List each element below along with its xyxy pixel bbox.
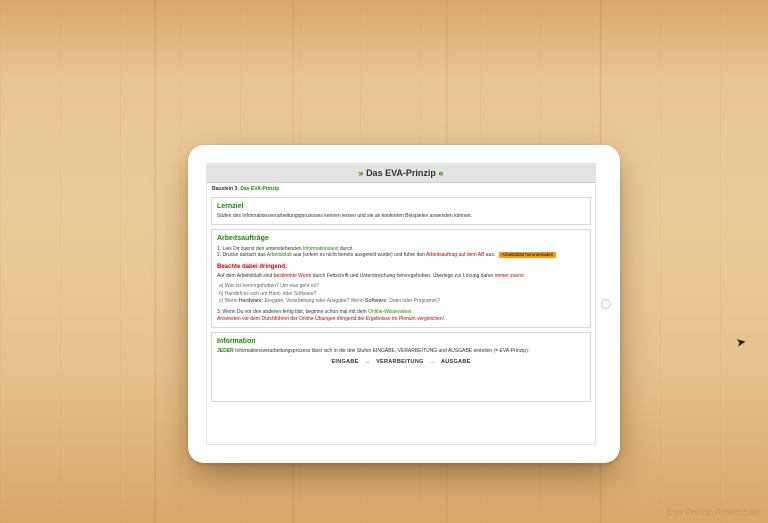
title-accent-right: «: [438, 168, 443, 178]
arbeits-item-3-link[interactable]: Online-Wissenstest: [368, 309, 411, 315]
info-heading: Information: [217, 337, 585, 346]
sub-c-mid1: Eingabe, Verarbeitung oder Ausgabe? Wenn: [263, 298, 365, 304]
arrow-icon: →: [430, 359, 436, 365]
baustein-topic: Das EVA-Prinzip: [240, 186, 279, 192]
arbeits-item-3-pre: 3. Wenn Du vor den anderen fertig bist, …: [217, 309, 368, 315]
footer-caption: Eva Prinzip Arbeitsblatt: [667, 507, 760, 517]
warn-line: Auf dem Arbeitsblatt sind bestimmte Wort…: [217, 273, 585, 280]
arbeits-item-2-mid: aus (sofern es nicht bereits ausgeteilt …: [292, 252, 426, 258]
sub-a: a) Was ist hervorgehoben? Um was geht es…: [219, 283, 585, 290]
page-title: » Das EVA-Prinzip «: [207, 164, 595, 183]
flow-eingabe: EINGABE: [331, 359, 358, 365]
warn-line-red2: immer zuerst: [495, 273, 524, 279]
info-rest: Informationsverarbeitungsprozess lässt s…: [234, 348, 529, 354]
info-line: JEDER Informationsverarbeitungsprozess l…: [217, 348, 585, 355]
baustein-label: Baustein 3:: [212, 186, 239, 192]
arbeits-item-2: 2. Drucke danach das Arbeitsblatt aus (s…: [217, 252, 585, 259]
tablet-frame: » Das EVA-Prinzip « Baustein 3: Das EVA-…: [188, 145, 620, 463]
sub-c-pre: c) Wenn: [219, 298, 239, 304]
arbeits-heading: Arbeitsaufträge: [217, 234, 585, 243]
arbeits-item-1-pre: 1. Lies Dir zuerst den untenstehenden: [217, 246, 303, 252]
arbeits-item-3: 3. Wenn Du vor den anderen fertig bist, …: [217, 309, 585, 316]
warn-line-pre: Auf dem Arbeitsblatt sind: [217, 273, 274, 279]
flow-ausgabe: AUSGABE: [441, 359, 471, 365]
arbeits-item-2-red: Arbeitsauftrag auf dem AB: [426, 252, 484, 258]
sub-c: c) Wenn Hardware: Eingabe, Verarbeitung …: [219, 298, 585, 305]
download-badge[interactable]: Arbeitsblatt herunterladen: [499, 252, 557, 258]
sub-c-b2: Software:: [365, 298, 388, 304]
warn-line-mid: durch Fettschrift und Unterstreichung he…: [311, 273, 494, 279]
arbeits-item-2-pre: 2. Drucke danach das: [217, 252, 267, 258]
info-bold: JEDER: [217, 348, 234, 354]
lernziel-heading: Lernziel: [217, 202, 585, 211]
warn-heading: Beachte dabei dringend:: [217, 263, 585, 271]
cursor-icon: ➤: [735, 334, 747, 350]
sub-c-b1: Hardware:: [239, 298, 263, 304]
title-text: Das EVA-Prinzip: [366, 168, 436, 178]
arbeits-item-3-note: Ansonsten vor dem Durchführen der Online…: [217, 316, 585, 323]
title-accent-left: »: [359, 168, 364, 178]
lernziel-text: Stufen des Informationsverarbeitungsproz…: [217, 213, 585, 220]
arbeits-item-1-link[interactable]: Informationstext: [303, 246, 339, 252]
baustein-line: Baustein 3: Das EVA-Prinzip: [212, 186, 590, 193]
sub-c-mid2: Datei oder Programm?: [388, 298, 440, 304]
arbeits-item-1: 1. Lies Dir zuerst den untenstehenden In…: [217, 246, 585, 253]
section-arbeitsauftraege: Arbeitsaufträge 1. Lies Dir zuerst den u…: [211, 229, 591, 328]
arrow-icon: →: [364, 359, 370, 365]
flow-verarbeitung: VERARBEITUNG: [376, 359, 424, 365]
section-information: Information JEDER Informationsverarbeitu…: [211, 332, 591, 402]
sub-b: b) Handelt es sich um Hard- oder Softwar…: [219, 291, 585, 298]
warn-line-red1: bestimmte Worte: [274, 273, 312, 279]
arbeits-item-2-link[interactable]: Arbeitsblatt: [267, 252, 292, 258]
eva-flow: EINGABE → VERARBEITUNG → AUSGABE: [217, 359, 585, 366]
arbeits-item-1-post: durch.: [338, 246, 353, 252]
arbeits-item-2-post: aus.: [484, 252, 495, 258]
document-screen: » Das EVA-Prinzip « Baustein 3: Das EVA-…: [206, 163, 596, 445]
section-lernziel: Lernziel Stufen des Informationsverarbei…: [211, 197, 591, 225]
warn-sublist: a) Was ist hervorgehoben? Um was geht es…: [217, 283, 585, 305]
tablet-home-button[interactable]: [601, 299, 611, 309]
